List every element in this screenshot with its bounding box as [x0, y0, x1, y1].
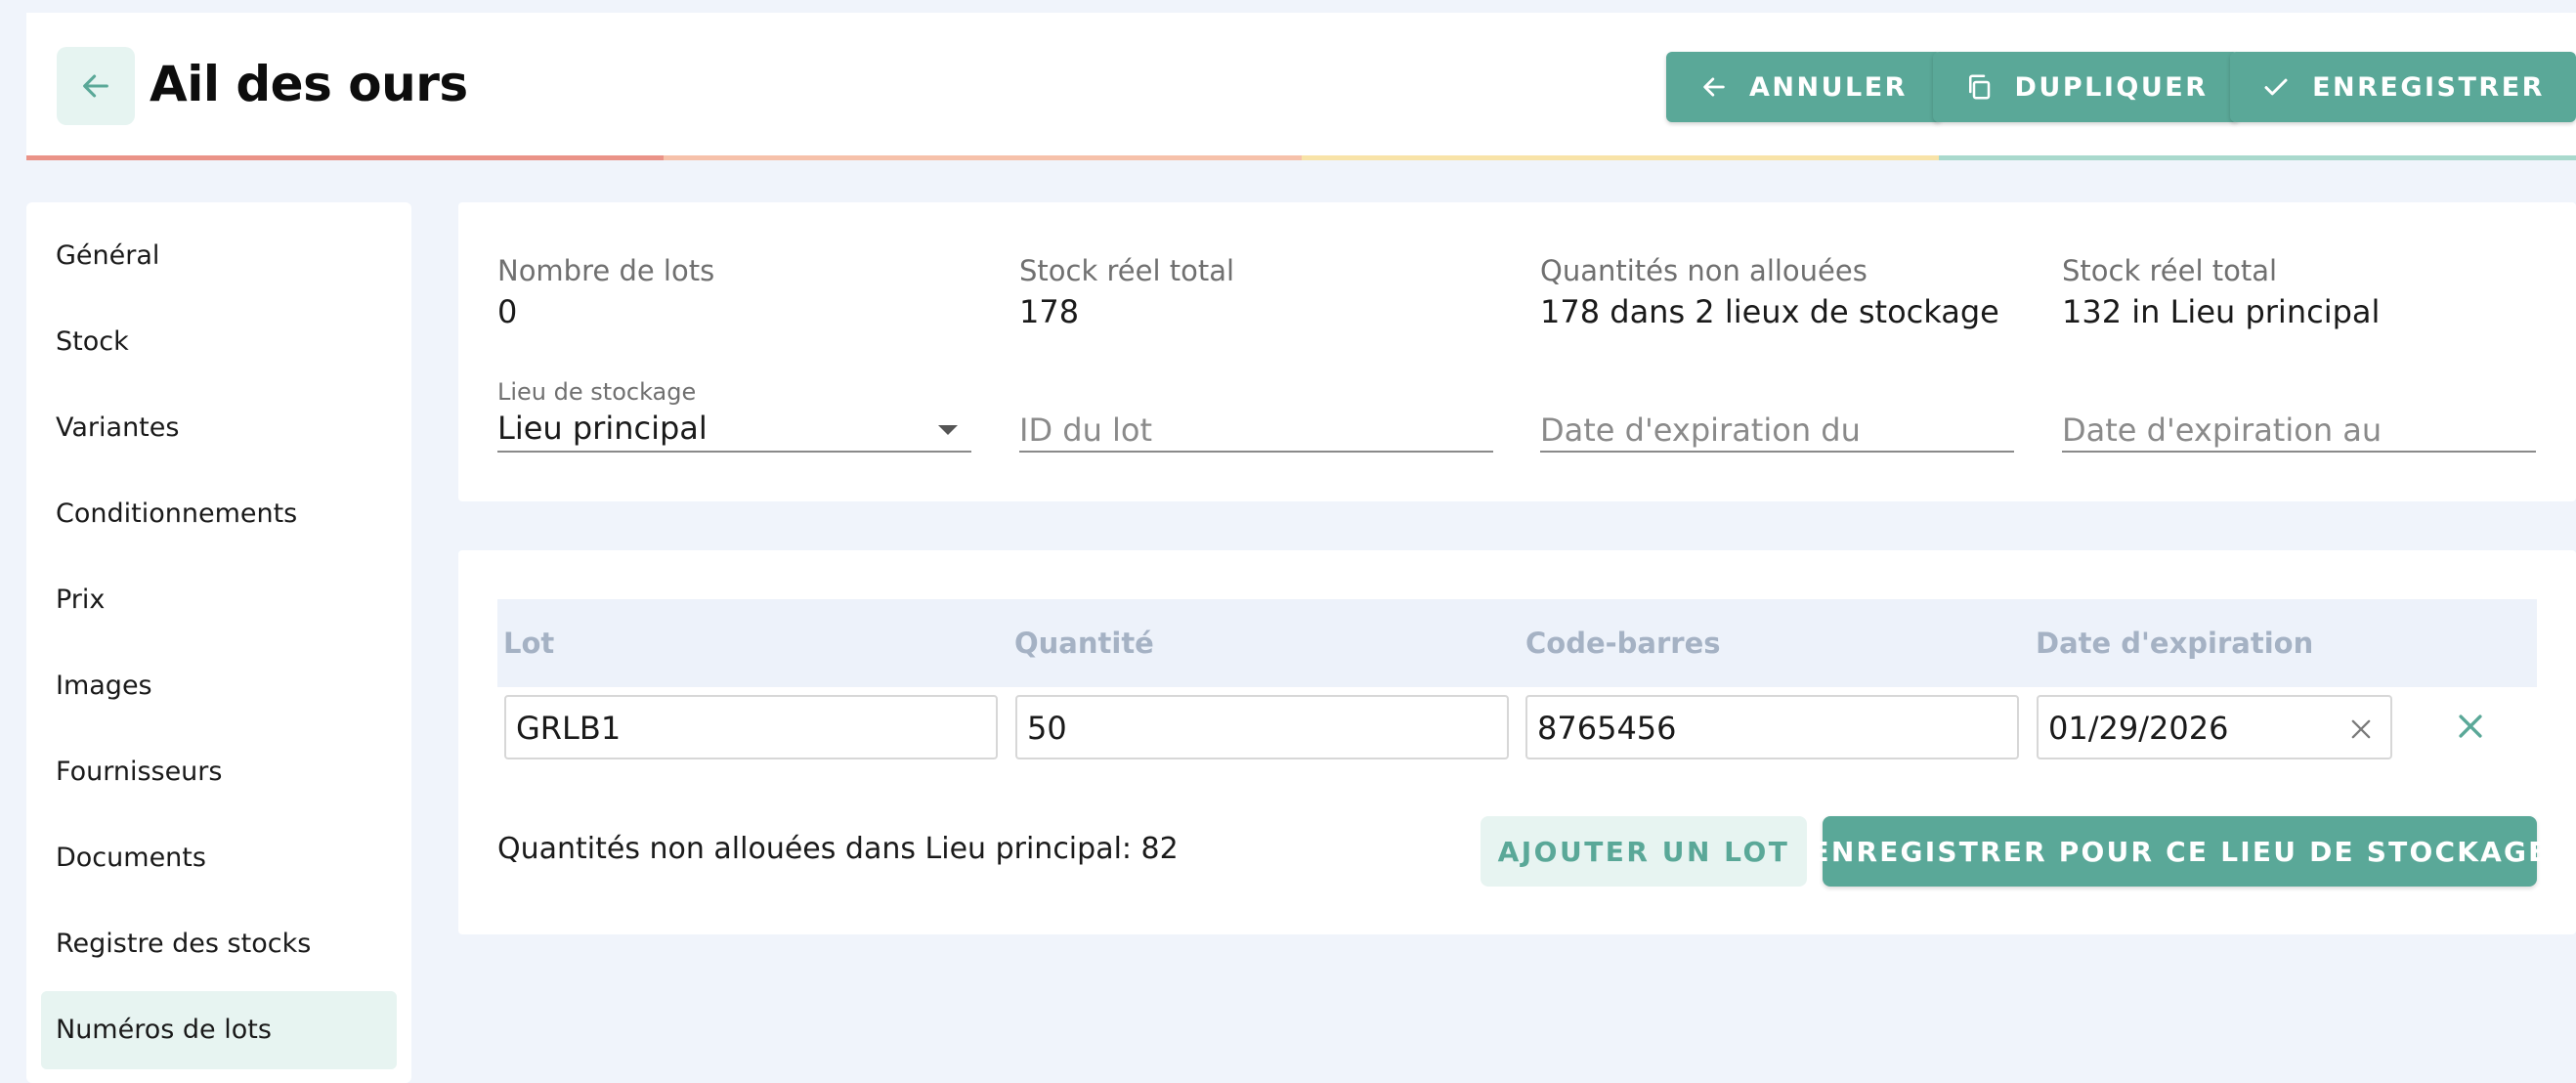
check-icon: [2264, 78, 2288, 96]
column-header-barcode: Code-barres: [1525, 627, 1721, 660]
location-select-label: Lieu de stockage: [497, 378, 697, 406]
stat-value: 178: [1019, 293, 1080, 330]
sidebar-item-stock[interactable]: Stock: [56, 326, 129, 357]
sidebar-item-prix[interactable]: Prix: [56, 585, 105, 615]
barcode-input[interactable]: 8765456: [1525, 695, 2019, 759]
stat-label: Nombre de lots: [497, 254, 715, 287]
page-title: Ail des ours: [150, 56, 468, 112]
sidebar-item-conditionnements[interactable]: Conditionnements: [56, 498, 297, 529]
quantity-value: 50: [1027, 710, 1067, 747]
sidebar: Général Stock Variantes Conditionnements…: [26, 202, 411, 1083]
sidebar-item-variantes[interactable]: Variantes: [56, 412, 179, 443]
copy-icon: [1968, 74, 1990, 100]
caret-down-icon: [938, 425, 958, 435]
expiration-from-input[interactable]: Date d'expiration du: [1540, 406, 2014, 453]
table-header: Lot Quantité Code-barres Date d'expirati…: [497, 599, 2537, 687]
add-lot-button[interactable]: AJOUTER UN LOT: [1481, 816, 1807, 887]
cancel-label: ANNULER: [1749, 71, 1908, 103]
sidebar-item-numeros-lots[interactable]: Numéros de lots: [41, 991, 397, 1069]
stat-value: 0: [497, 293, 518, 330]
stat-value: 132 in Lieu principal: [2062, 293, 2381, 330]
stat-label: Stock réel total: [1019, 254, 1235, 287]
color-bar-segment: [26, 155, 665, 160]
stat-value: 178 dans 2 lieux de stockage: [1540, 293, 1999, 330]
sidebar-item-documents[interactable]: Documents: [56, 843, 206, 873]
expiration-value: 01/29/2026: [2048, 710, 2229, 747]
arrow-left-icon: [1703, 77, 1725, 97]
lots-table-card: Lot Quantité Code-barres Date d'expirati…: [458, 550, 2576, 934]
column-header-quantity: Quantité: [1014, 627, 1154, 660]
stat-label: Quantités non allouées: [1540, 254, 1868, 287]
expiration-date-input[interactable]: 01/29/2026: [2037, 695, 2392, 759]
column-header-lot: Lot: [503, 627, 555, 660]
duplicate-button[interactable]: DUPLIQUER: [1933, 52, 2239, 122]
save-for-location-button[interactable]: ENREGISTRER POUR CE LIEU DE STOCKAGE: [1811, 816, 2547, 887]
add-lot-label: AJOUTER UN LOT: [1497, 835, 1790, 868]
sidebar-item-registre[interactable]: Registre des stocks: [56, 929, 311, 959]
expiration-to-input[interactable]: Date d'expiration au: [2062, 406, 2536, 453]
page-header: Ail des ours ANNULER DUPLIQUER ENREGISTR…: [26, 13, 2576, 160]
lot-id-input[interactable]: ID du lot: [1019, 406, 1493, 453]
stat-label: Stock réel total: [2062, 254, 2278, 287]
save-for-location-label: ENREGISTRER POUR CE LIEU DE STOCKAGE: [1810, 835, 2550, 868]
unallocated-quantity-text: Quantités non allouées dans Lieu princip…: [497, 832, 1179, 866]
delete-row-icon[interactable]: [2454, 710, 2487, 743]
quantity-input[interactable]: 50: [1015, 695, 1509, 759]
barcode-value: 8765456: [1537, 710, 1677, 747]
back-button[interactable]: [57, 47, 135, 125]
lot-value: GRLB1: [516, 710, 622, 747]
location-select-value: Lieu principal: [497, 410, 708, 447]
section-color-bar: [26, 155, 2576, 160]
save-label: ENREGISTRER: [2312, 71, 2545, 103]
expiration-to-placeholder: Date d'expiration au: [2062, 412, 2383, 449]
clear-date-icon[interactable]: [2347, 715, 2375, 743]
color-bar-segment: [664, 155, 1302, 160]
location-select[interactable]: Lieu principal: [497, 406, 971, 453]
lot-input[interactable]: GRLB1: [504, 695, 998, 759]
cancel-button[interactable]: ANNULER: [1666, 52, 1942, 122]
save-button[interactable]: ENREGISTRER: [2230, 52, 2576, 122]
duplicate-label: DUPLIQUER: [2014, 71, 2209, 103]
color-bar-segment: [1301, 155, 1939, 160]
lot-summary-card: Nombre de lots 0 Stock réel total 178 Qu…: [458, 202, 2576, 501]
arrow-left-icon: [83, 74, 108, 98]
column-header-expiration: Date d'expiration: [2036, 627, 2314, 660]
sidebar-item-general[interactable]: Général: [56, 240, 159, 271]
sidebar-item-images[interactable]: Images: [56, 671, 152, 701]
color-bar-segment: [1938, 155, 2576, 160]
sidebar-item-label: Numéros de lots: [56, 1015, 272, 1045]
sidebar-item-fournisseurs[interactable]: Fournisseurs: [56, 757, 222, 787]
lot-id-placeholder: ID du lot: [1019, 412, 1153, 449]
expiration-from-placeholder: Date d'expiration du: [1540, 412, 1861, 449]
